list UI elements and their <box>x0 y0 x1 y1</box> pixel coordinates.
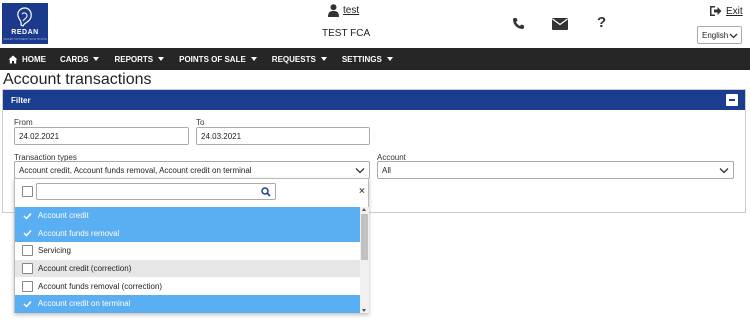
exit-button[interactable]: Exit <box>709 5 743 17</box>
main-nav: HOME CARDS REPORTS POINTS OF SALE REQUES… <box>0 48 750 70</box>
chevron-down-icon <box>355 168 365 174</box>
scrollbar-thumb[interactable] <box>361 214 368 260</box>
caret-down-icon <box>250 57 257 61</box>
dropdown-option-list: Account credit Account funds removal Servi… <box>15 207 360 313</box>
dropdown-search-input[interactable] <box>36 183 276 200</box>
logo-text: REDAN <box>11 29 39 36</box>
nav-item-home[interactable]: HOME <box>8 55 46 64</box>
logo-subtext: SMART PAYMENT SOLUTIONS <box>3 37 47 41</box>
option-checkbox[interactable] <box>22 280 33 292</box>
help-icon[interactable]: ? <box>597 14 606 31</box>
nav-item-settings[interactable]: SETTINGS <box>342 55 393 64</box>
search-icon <box>261 187 271 197</box>
dropdown-option-label: Account credit on terminal <box>38 299 131 309</box>
nav-item-cards[interactable]: CARDS <box>60 54 100 64</box>
select-all-checkbox[interactable] <box>22 186 33 197</box>
nav-item-reports[interactable]: REPORTS <box>114 54 165 64</box>
user-menu[interactable]: test <box>328 4 359 17</box>
dropdown-option-label: Account funds removal <box>38 228 120 238</box>
dropdown-option-label: Account credit <box>38 211 89 221</box>
account-value: All <box>382 165 391 175</box>
transaction-types-value: Account credit, Account funds removal, A… <box>19 165 252 175</box>
from-date-input[interactable]: 24.02.2021 <box>14 127 189 145</box>
checkmark-icon[interactable] <box>22 298 33 309</box>
dropdown-option[interactable]: Account funds removal (correction) <box>15 277 360 295</box>
language-value: English <box>702 30 729 40</box>
dropdown-option[interactable]: Account credit (correction) <box>15 259 360 278</box>
dropdown-option[interactable]: Account credit on terminal <box>15 294 360 313</box>
user-name-link[interactable]: test <box>343 5 359 16</box>
company-logo[interactable]: REDAN SMART PAYMENT SOLUTIONS <box>2 3 48 44</box>
nav-item-label: HOME <box>22 54 46 64</box>
nav-item-label: REQUESTS <box>271 54 316 64</box>
chevron-down-icon <box>729 33 738 39</box>
page-title: Account transactions <box>3 71 152 88</box>
nav-item-requests[interactable]: REQUESTS <box>272 55 327 64</box>
phone-icon[interactable] <box>512 17 525 30</box>
company-name: TEST FCA <box>322 28 371 39</box>
transaction-types-dropdown: × Account credit Account funds removal Ser… <box>14 178 369 313</box>
checkmark-icon[interactable] <box>22 228 33 239</box>
caret-down-icon <box>320 57 327 61</box>
dropdown-option[interactable]: Account credit <box>15 207 360 225</box>
to-label: To <box>196 118 205 127</box>
dropdown-toolbar: × <box>15 179 368 206</box>
to-date-value: 24.03.2021 <box>201 131 242 141</box>
collapse-icon[interactable] <box>726 94 738 106</box>
caret-down-icon <box>386 57 393 61</box>
exit-icon <box>710 6 722 16</box>
dropdown-option-label: Account funds removal (correction) <box>38 281 163 291</box>
dropdown-option[interactable]: Account funds removal <box>15 224 360 243</box>
nav-item-label: CARDS <box>60 54 89 64</box>
caret-down-icon <box>158 57 165 61</box>
nav-item-label: REPORTS <box>114 54 154 64</box>
nav-item-points-of-sale[interactable]: POINTS OF SALE <box>179 55 257 64</box>
option-checkbox[interactable] <box>22 245 33 257</box>
clear-selection-icon[interactable]: × <box>359 186 365 197</box>
filter-title: Filter <box>11 95 31 105</box>
dropdown-option-label: Account credit (correction) <box>38 264 132 274</box>
caret-down-icon <box>93 57 100 61</box>
option-checkbox[interactable] <box>22 263 33 275</box>
filter-panel-header[interactable]: Filter <box>3 90 745 110</box>
nav-item-label: SETTINGS <box>341 54 382 64</box>
header: REDAN SMART PAYMENT SOLUTIONS test TEST … <box>0 0 750 48</box>
scroll-up-arrow-icon[interactable] <box>362 208 366 211</box>
account-select[interactable]: All <box>377 161 734 179</box>
from-label: From <box>14 118 33 127</box>
logo-emblem-icon <box>17 7 32 27</box>
language-select[interactable]: English <box>697 26 742 44</box>
user-icon <box>328 4 339 17</box>
exit-label: Exit <box>726 5 743 17</box>
chevron-down-icon <box>719 168 729 174</box>
dropdown-option[interactable]: Servicing <box>15 242 360 260</box>
home-icon <box>8 55 18 63</box>
dropdown-scrollbar[interactable] <box>360 207 369 313</box>
transaction-types-select[interactable]: Account credit, Account funds removal, A… <box>14 161 370 179</box>
mail-icon[interactable] <box>552 18 568 30</box>
scroll-down-arrow-icon[interactable] <box>362 309 366 312</box>
from-date-value: 24.02.2021 <box>19 131 60 141</box>
checkmark-icon[interactable] <box>22 210 33 221</box>
nav-item-label: POINTS OF SALE <box>179 54 246 64</box>
to-date-input[interactable]: 24.03.2021 <box>196 127 370 145</box>
dropdown-option-label: Servicing <box>38 246 71 256</box>
